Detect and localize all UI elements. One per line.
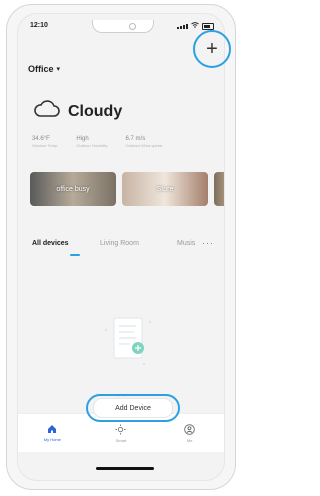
status-time: 12:10 [30, 22, 48, 29]
scene-card-office-busy[interactable]: office busy [30, 172, 116, 206]
stat-wind: 6.7 m/s Outdoor Wind speed [126, 136, 163, 148]
stat-temp: 34.6°F Outdoor Temp. [32, 136, 58, 148]
nav-smart[interactable]: Smart [97, 424, 145, 443]
user-icon [184, 423, 195, 436]
add-button[interactable]: + [193, 30, 231, 68]
scene-label: office busy [56, 185, 90, 193]
stat-label: Outdoor Humidity [76, 143, 108, 148]
stat-value: 6.7 m/s [125, 136, 146, 142]
camera-dot [129, 23, 136, 30]
weather-summary: Cloudy [34, 100, 122, 123]
scene-cards: office busy Store [30, 172, 224, 206]
notch [92, 20, 154, 33]
signal-icon [177, 23, 188, 29]
chevron-down-icon: ▾ [56, 66, 61, 73]
stat-humidity: High Outdoor Humidity [76, 136, 107, 148]
home-indicator [96, 467, 154, 470]
scene-label: Store [156, 185, 174, 193]
nav-label: Me [186, 437, 193, 443]
home-name: Office [28, 64, 54, 74]
stat-value: High [76, 136, 89, 142]
weather-condition: Cloudy [68, 102, 123, 120]
wifi-icon [191, 22, 199, 30]
plus-icon: + [206, 38, 218, 60]
home-icon [47, 424, 57, 435]
scene-card-store[interactable]: Store [122, 172, 208, 206]
status-bar: 12:10 [18, 20, 224, 34]
more-tabs-button[interactable]: ··· [202, 238, 214, 248]
nav-me[interactable]: Me [166, 423, 214, 443]
stat-value: 34.6°F [32, 136, 50, 142]
weather-stats: 34.6°F Outdoor Temp. High Outdoor Humidi… [32, 136, 162, 148]
room-tabs: All devices Living Room Musis ··· [32, 238, 214, 264]
status-icons [177, 22, 214, 30]
add-device-label: Add Device [93, 398, 173, 418]
smart-icon [115, 424, 126, 436]
nav-label: My Home [43, 437, 61, 442]
add-device-button[interactable]: Add Device [86, 394, 180, 422]
battery-icon [202, 22, 214, 30]
tab-underline [70, 254, 80, 256]
stat-label: Outdoor Wind speed [125, 143, 163, 148]
home-selector[interactable]: Office ▾ [28, 64, 60, 74]
tab-all-devices[interactable]: All devices [32, 240, 69, 247]
tab-living-room[interactable]: Living Room [100, 240, 139, 247]
stat-label: Outdoor Temp. [32, 143, 59, 148]
cloud-icon [34, 100, 60, 123]
scene-card-partial[interactable] [214, 172, 224, 206]
nav-my-home[interactable]: My Home [28, 424, 76, 442]
nav-label: Smart [115, 437, 127, 443]
empty-device-illustration [100, 310, 156, 372]
tab-musis[interactable]: Musis [177, 240, 195, 247]
